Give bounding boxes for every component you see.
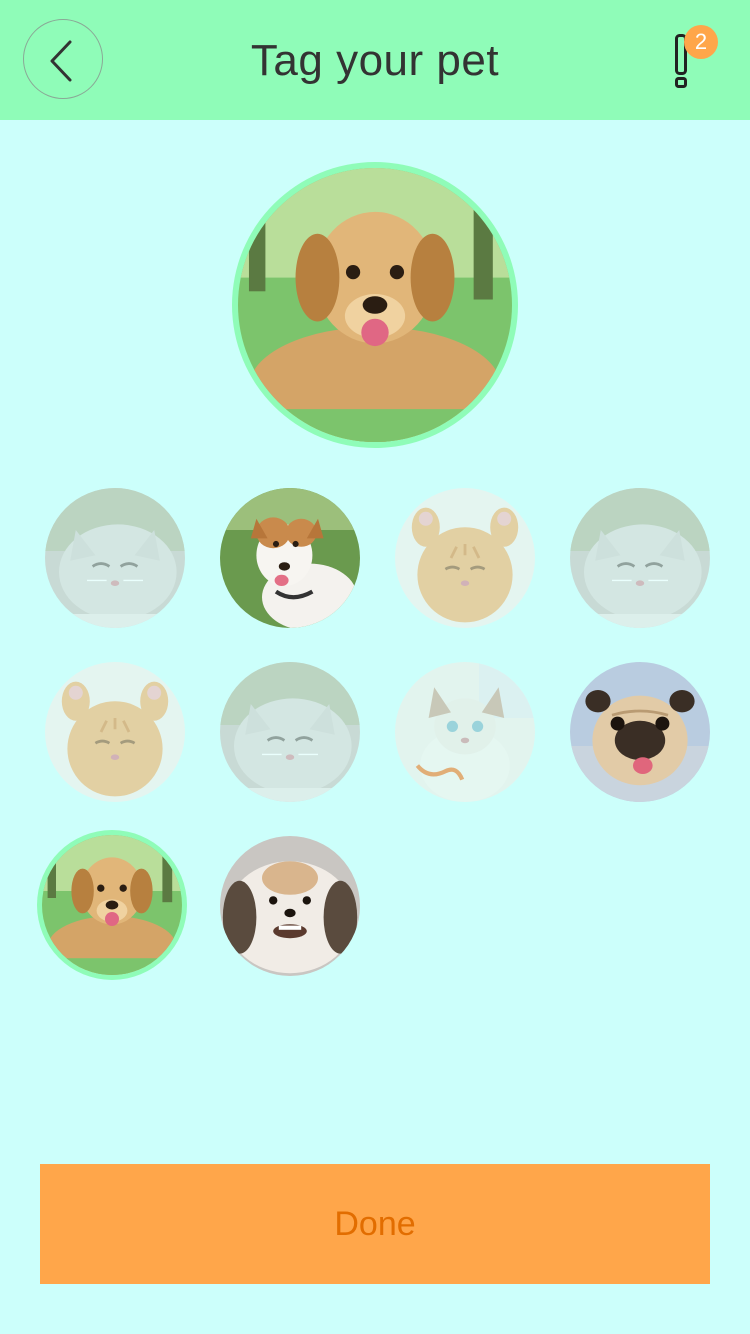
done-button[interactable]: Done [40, 1164, 710, 1284]
orange-kitten-photo [45, 662, 185, 802]
notification-button[interactable]: 2 [660, 22, 730, 97]
pet-option-6[interactable] [220, 662, 360, 802]
pet-option-5[interactable] [45, 662, 185, 802]
orange-kitten-photo [395, 488, 535, 628]
shih-tzu-photo [220, 836, 360, 976]
grey-cat-photo [220, 662, 360, 802]
pet-option-3[interactable] [395, 488, 535, 628]
page-title: Tag your pet [250, 36, 500, 85]
grey-cat-photo [45, 488, 185, 628]
pet-option-1[interactable] [45, 488, 185, 628]
pet-option-7[interactable] [395, 662, 535, 802]
header-bar: Tag your pet 2 [0, 0, 750, 120]
golden-retriever-photo [42, 835, 182, 975]
pet-option-2[interactable] [220, 488, 360, 628]
grey-cat-photo [570, 488, 710, 628]
selected-pet-avatar [232, 162, 518, 448]
pet-option-4[interactable] [570, 488, 710, 628]
pug-photo [570, 662, 710, 802]
golden-retriever-photo [238, 168, 512, 442]
siamese-kitten-photo [395, 662, 535, 802]
pet-option-9-selected[interactable] [37, 830, 187, 980]
pet-option-10[interactable] [220, 836, 360, 976]
notification-badge: 2 [684, 25, 718, 59]
jack-russell-photo [220, 488, 360, 628]
pet-option-8[interactable] [570, 662, 710, 802]
